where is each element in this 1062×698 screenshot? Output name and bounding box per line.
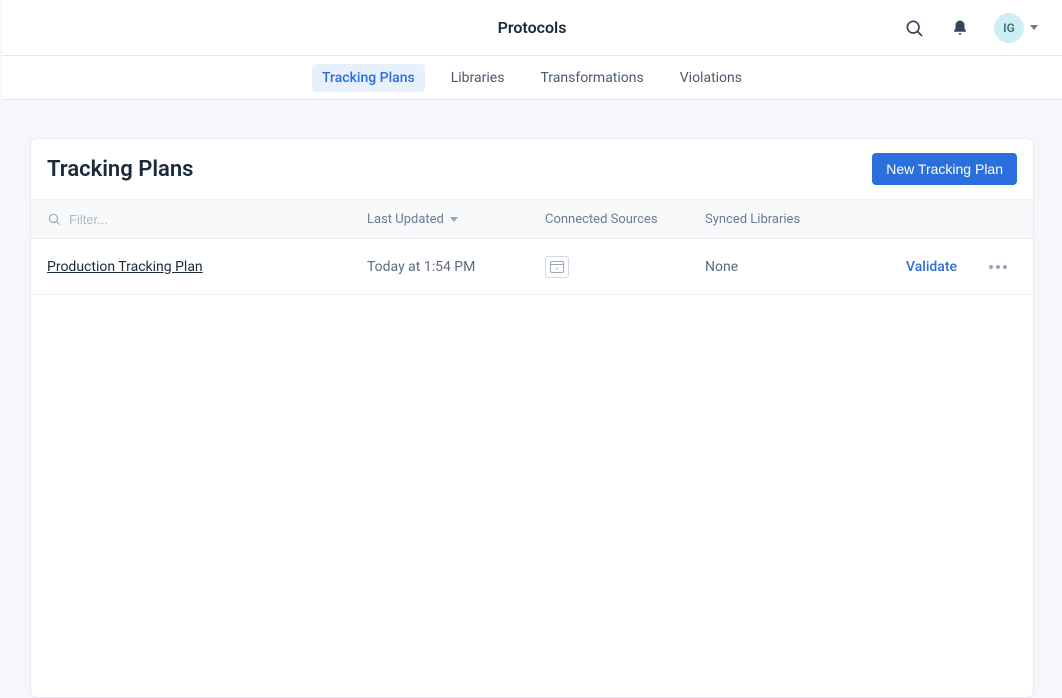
tracking-plans-card: Tracking Plans New Tracking Plan	[30, 138, 1034, 698]
tab-violations[interactable]: Violations	[670, 64, 752, 92]
column-label: Last Updated	[367, 212, 444, 227]
tab-tracking-plans[interactable]: Tracking Plans	[312, 64, 425, 92]
column-last-updated[interactable]: Last Updated	[367, 212, 545, 227]
page-title: Protocols	[226, 18, 838, 37]
table-row: Production Tracking Plan Today at 1:54 P…	[31, 239, 1033, 295]
subtabs: Tracking Plans Libraries Transformations…	[2, 56, 1062, 100]
synced-libraries-value: None	[705, 259, 738, 275]
more-actions-icon[interactable]	[985, 261, 1011, 273]
avatar: IG	[994, 13, 1024, 43]
filter-input[interactable]	[67, 211, 367, 228]
search-icon[interactable]	[902, 16, 926, 40]
tab-libraries[interactable]: Libraries	[441, 64, 515, 92]
new-tracking-plan-button[interactable]: New Tracking Plan	[872, 153, 1017, 185]
column-synced-libraries: Synced Libraries	[705, 212, 865, 227]
chevron-down-icon	[1030, 25, 1038, 30]
card-title: Tracking Plans	[47, 157, 193, 182]
search-icon	[47, 212, 61, 226]
table-header: Last Updated Connected Sources Synced Li…	[31, 199, 1033, 239]
validate-button[interactable]: Validate	[906, 259, 957, 275]
column-connected-sources: Connected Sources	[545, 212, 705, 227]
tab-transformations[interactable]: Transformations	[530, 64, 653, 92]
notifications-icon[interactable]	[948, 16, 972, 40]
connected-source-icon[interactable]	[545, 256, 569, 278]
tracking-plan-link[interactable]: Production Tracking Plan	[47, 259, 203, 275]
sort-desc-icon	[450, 217, 458, 222]
topbar: Protocols IG	[2, 0, 1062, 56]
page-body: Tracking Plans New Tracking Plan	[2, 100, 1062, 698]
user-menu[interactable]: IG	[994, 13, 1038, 43]
last-updated-value: Today at 1:54 PM	[367, 259, 475, 275]
